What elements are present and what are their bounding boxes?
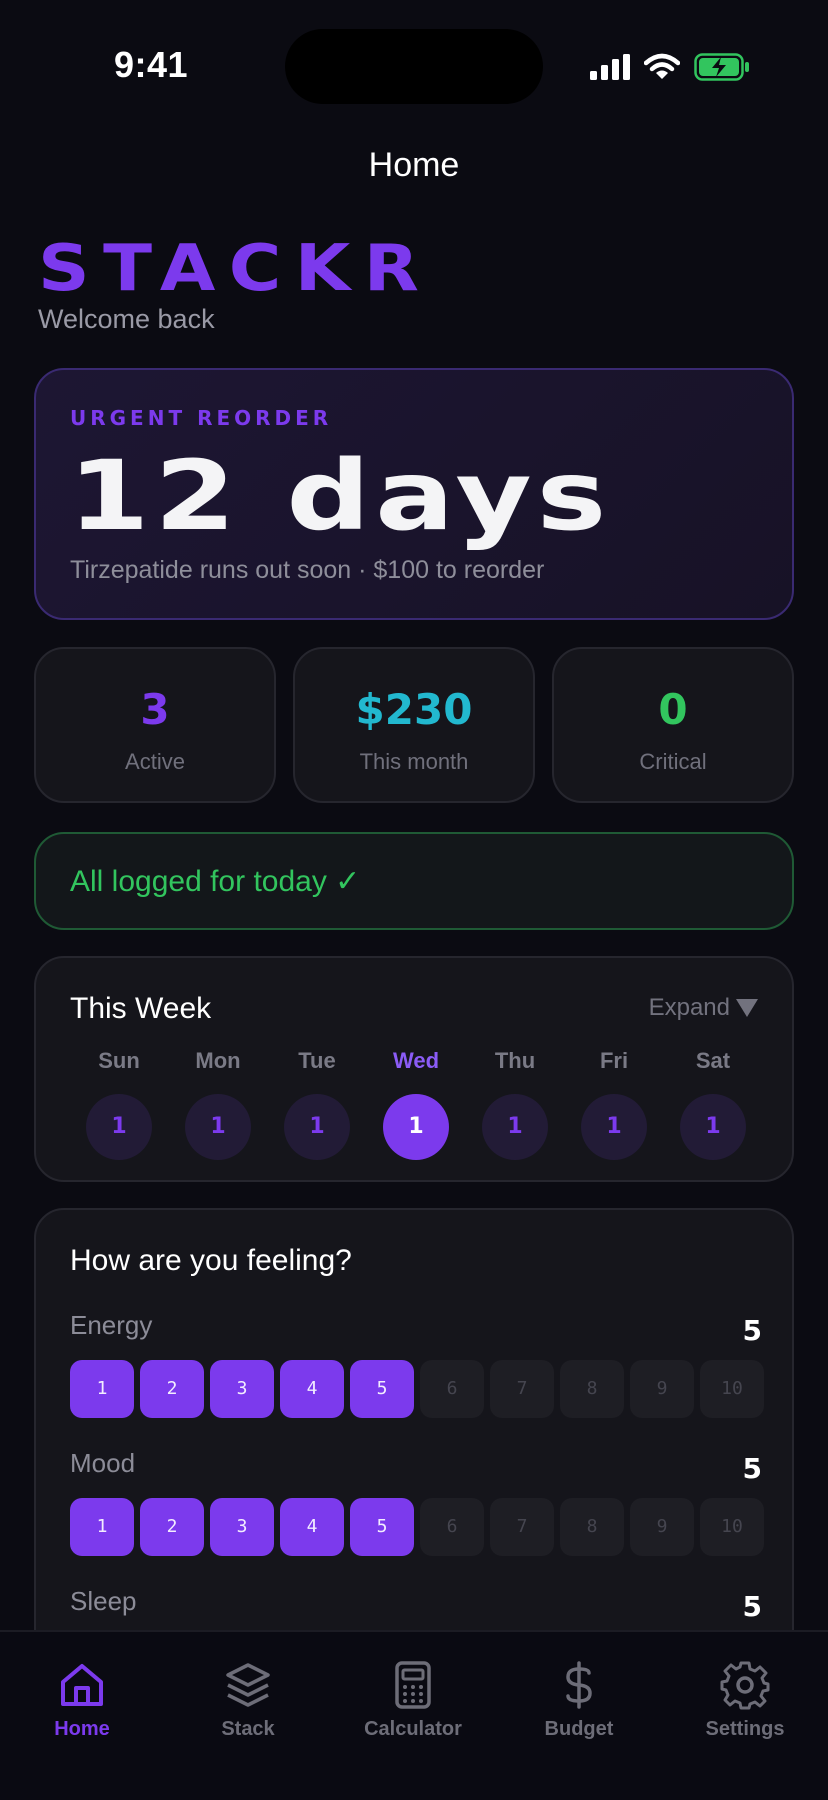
home-icon <box>61 1664 103 1706</box>
tab-label: Home <box>54 1718 110 1740</box>
urgent-subtitle: Tirzepatide runs out soon · $100 to reor… <box>70 556 545 584</box>
rating-scale: 1 2 3 4 5 6 7 8 9 10 <box>70 1360 764 1418</box>
nav-title: Home <box>368 146 460 184</box>
feeling-title: How are you feeling? <box>70 1244 352 1277</box>
stat-card-critical[interactable]: 0 Critical <box>552 647 794 803</box>
triangle-down-icon <box>736 999 758 1017</box>
day-name: Wed <box>392 1048 440 1073</box>
tab-calculator[interactable]: Calculator <box>343 1660 483 1741</box>
rating-pill[interactable]: 6 <box>420 1360 484 1418</box>
metric-label: Mood <box>70 1448 136 1478</box>
day-mon[interactable]: Mon 1 <box>185 1048 251 1160</box>
rating-pill[interactable]: 4 <box>280 1498 344 1556</box>
day-name: Fri <box>599 1048 629 1073</box>
rating-pill[interactable]: 8 <box>560 1498 624 1556</box>
rating-pill[interactable]: 7 <box>490 1360 554 1418</box>
day-count: 1 <box>581 1094 647 1160</box>
rating-pill[interactable]: 3 <box>210 1498 274 1556</box>
dollar-icon <box>566 1661 592 1709</box>
tab-budget[interactable]: Budget <box>509 1660 649 1741</box>
tab-label: Settings <box>705 1718 785 1740</box>
urgent-reorder-card[interactable]: URGENT REORDER 12 days Tirzepatide runs … <box>34 368 794 620</box>
day-count: 1 <box>680 1094 746 1160</box>
rating-pill[interactable]: 1 <box>70 1498 134 1556</box>
day-name: Mon <box>195 1048 241 1073</box>
day-name: Sat <box>695 1048 731 1073</box>
status-time: 9:41 <box>114 44 189 85</box>
stat-label: This month <box>359 749 469 774</box>
week-title: This Week <box>70 992 212 1025</box>
stat-value: 3 <box>140 685 170 734</box>
logged-status-text: All logged for today ✓ <box>70 865 361 898</box>
metric-value: 5 <box>742 1452 762 1485</box>
rating-pill[interactable]: 3 <box>210 1360 274 1418</box>
tab-home[interactable]: Home <box>12 1660 152 1741</box>
rating-pill[interactable]: 5 <box>350 1498 414 1556</box>
stat-label: Active <box>125 749 185 774</box>
wifi-icon <box>644 53 680 79</box>
status-bar: 9:41 <box>0 0 828 130</box>
tab-bar: Home Stack Calculator Budget Settings <box>0 1630 828 1800</box>
rating-pill[interactable]: 6 <box>420 1498 484 1556</box>
metric-label: Energy <box>70 1310 153 1340</box>
day-sun[interactable]: Sun 1 <box>86 1048 152 1160</box>
day-wed[interactable]: Wed 1 <box>383 1048 449 1160</box>
this-week-card: This Week Expand Sun 1 Mon 1 Tue 1 Wed 1… <box>34 956 794 1182</box>
day-count: 1 <box>383 1094 449 1160</box>
day-name: Tue <box>298 1048 336 1073</box>
tab-settings[interactable]: Settings <box>675 1660 815 1741</box>
dynamic-island <box>285 29 543 104</box>
metric-value: 5 <box>742 1590 762 1623</box>
rating-pill[interactable]: 10 <box>700 1360 764 1418</box>
metric-value: 5 <box>742 1314 762 1347</box>
day-name: Sun <box>98 1048 140 1073</box>
brand-logo: STACKR <box>38 232 433 306</box>
day-thu[interactable]: Thu 1 <box>482 1048 548 1160</box>
day-count: 1 <box>284 1094 350 1160</box>
day-fri[interactable]: Fri 1 <box>581 1048 647 1160</box>
calculator-icon <box>395 1661 431 1709</box>
stat-value: 0 <box>658 685 688 734</box>
metric-label: Sleep <box>70 1586 137 1616</box>
rating-pill[interactable]: 2 <box>140 1360 204 1418</box>
rating-pill[interactable]: 8 <box>560 1360 624 1418</box>
rating-pill[interactable]: 4 <box>280 1360 344 1418</box>
status-icons <box>590 50 750 84</box>
rating-pill[interactable]: 2 <box>140 1498 204 1556</box>
stat-value: $230 <box>355 685 473 734</box>
urgent-label: URGENT REORDER <box>70 406 333 430</box>
day-count: 1 <box>482 1094 548 1160</box>
rating-pill[interactable]: 5 <box>350 1360 414 1418</box>
tab-stack[interactable]: Stack <box>178 1660 318 1741</box>
day-name: Thu <box>494 1048 536 1073</box>
tab-label: Stack <box>221 1718 275 1740</box>
urgent-days-value: 12 days <box>68 440 612 552</box>
stat-card-active[interactable]: 3 Active <box>34 647 276 803</box>
gear-icon <box>720 1661 770 1710</box>
rating-pill[interactable]: 9 <box>630 1360 694 1418</box>
rating-pill[interactable]: 7 <box>490 1498 554 1556</box>
expand-button[interactable]: Expand <box>649 994 758 1022</box>
expand-label: Expand <box>648 994 730 1021</box>
stat-card-this-month[interactable]: $230 This month <box>293 647 535 803</box>
layers-icon <box>226 1663 270 1707</box>
day-count: 1 <box>86 1094 152 1160</box>
tab-label: Calculator <box>364 1718 462 1740</box>
battery-icon <box>694 53 749 81</box>
welcome-text: Welcome back <box>38 304 215 334</box>
day-tue[interactable]: Tue 1 <box>284 1048 350 1160</box>
day-sat[interactable]: Sat 1 <box>680 1048 746 1160</box>
signal-icon <box>590 54 630 80</box>
stat-label: Critical <box>639 749 707 774</box>
logged-status-banner: All logged for today ✓ <box>34 832 794 930</box>
rating-scale: 1 2 3 4 5 6 7 8 9 10 <box>70 1498 764 1556</box>
tab-label: Budget <box>544 1718 614 1740</box>
rating-pill[interactable]: 9 <box>630 1498 694 1556</box>
rating-pill[interactable]: 1 <box>70 1360 134 1418</box>
week-days: Sun 1 Mon 1 Tue 1 Wed 1 Thu 1 Fri 1 Sat … <box>86 1048 746 1160</box>
rating-pill[interactable]: 10 <box>700 1498 764 1556</box>
day-count: 1 <box>185 1094 251 1160</box>
